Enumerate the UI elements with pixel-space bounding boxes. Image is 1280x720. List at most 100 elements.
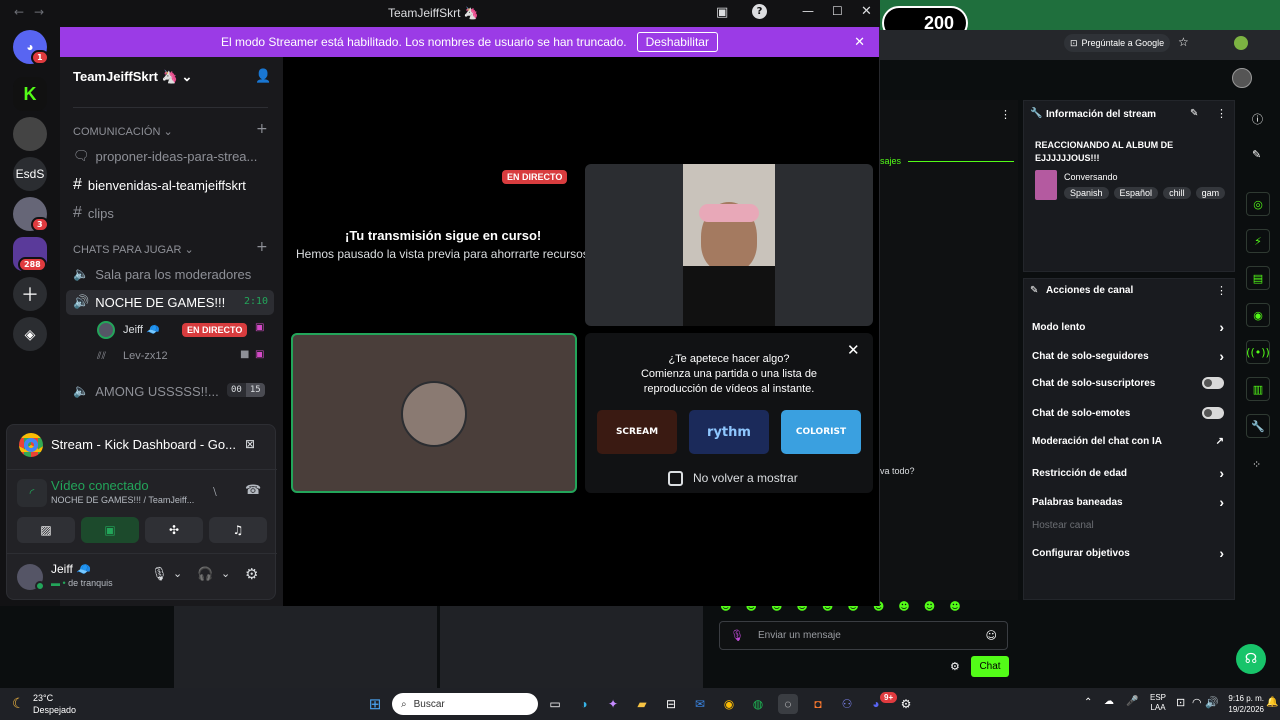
clock[interactable]: 9:16 p. m. 19/2/2026: [1212, 693, 1264, 715]
subscribers-only-toggle[interactable]: [1202, 377, 1224, 389]
channel-among[interactable]: 🔈 AMONG USSSSS!!...: [73, 383, 219, 399]
task-view-icon[interactable]: ▭: [545, 694, 565, 714]
activity-colorist[interactable]: COLORIST: [781, 410, 861, 454]
tray-icon[interactable]: ☁: [1104, 696, 1114, 707]
wifi-icon[interactable]: ◠: [1192, 696, 1202, 709]
chevron-down-icon[interactable]: ⌄: [221, 567, 230, 580]
forward-arrow-icon[interactable]: →: [34, 5, 44, 19]
layout-tool-icon[interactable]: ▥: [1246, 377, 1270, 401]
file-explorer-icon[interactable]: ▰: [632, 694, 652, 714]
disable-streamer-button[interactable]: Deshabilitar: [636, 32, 718, 52]
chat-options-icon[interactable]: ⋮: [1000, 108, 1011, 121]
voice-user-jeiff[interactable]: Jeiff 🧢: [123, 323, 160, 336]
action-emotes-only[interactable]: Chat de solo-emotes: [1032, 407, 1224, 419]
chrome-icon[interactable]: ◉: [719, 694, 739, 714]
user-tile[interactable]: [291, 333, 577, 493]
tray-chevron-icon[interactable]: ⌃: [1084, 697, 1092, 708]
start-icon[interactable]: ⊞: [365, 694, 385, 714]
help-icon[interactable]: ?: [752, 4, 767, 19]
add-member-icon[interactable]: 👤: [255, 69, 271, 84]
maximize-icon[interactable]: ☐: [832, 4, 843, 18]
disconnect-icon[interactable]: ☎: [245, 483, 261, 498]
chat-settings-icon[interactable]: ⚙: [950, 660, 960, 673]
microphone-icon[interactable]: 🎙: [730, 629, 744, 642]
server-name[interactable]: TeamJeiffSkrt 🦄 ⌄: [73, 69, 192, 85]
settings-gear-icon[interactable]: ⚙: [245, 565, 258, 583]
discover-icon[interactable]: ◈: [13, 317, 47, 351]
wrench-tool-icon[interactable]: 🔧: [1246, 414, 1270, 438]
action-ai-moderation[interactable]: Moderación del chat con IA ↗: [1032, 436, 1224, 447]
lightning-tool-icon[interactable]: ⚡: [1246, 229, 1270, 253]
category-comunicacion[interactable]: COMUNICACIÓN ⌄: [73, 125, 173, 138]
notes-tool-icon[interactable]: ▤: [1246, 266, 1270, 290]
kick-user-avatar[interactable]: [1232, 68, 1252, 88]
emote-icon[interactable]: ☻: [898, 600, 909, 616]
close-window-icon[interactable]: ✕: [861, 4, 872, 19]
teams-icon[interactable]: ⚇: [837, 694, 857, 714]
chat-send-button[interactable]: Chat: [971, 656, 1009, 677]
settings-taskbar-icon[interactable]: ⚙: [896, 694, 916, 714]
dont-show-checkbox[interactable]: [668, 471, 683, 486]
tag-gaming[interactable]: gam: [1195, 187, 1226, 199]
more-tools-icon[interactable]: ⁘: [1252, 458, 1261, 471]
share-screen-button[interactable]: ▣: [81, 517, 139, 543]
add-channel-icon[interactable]: +: [256, 121, 268, 137]
channel-clips[interactable]: # clips: [73, 204, 114, 222]
close-banner-icon[interactable]: ✕: [854, 35, 865, 50]
channel-actions-menu-icon[interactable]: ⋮: [1216, 284, 1227, 297]
chat-tool-icon[interactable]: ◉: [1246, 303, 1270, 327]
action-age-restriction[interactable]: Restricción de edad ›: [1032, 465, 1224, 481]
profile-avatar[interactable]: [1234, 36, 1248, 50]
outlook-icon[interactable]: ✉: [690, 694, 710, 714]
chevron-down-icon[interactable]: ⌄: [173, 567, 182, 580]
language-indicator[interactable]: ESP LAA: [1150, 693, 1166, 713]
camera-tool-icon[interactable]: ◎: [1246, 192, 1270, 216]
camera-tile[interactable]: [585, 164, 873, 326]
stream-info-menu-icon[interactable]: ⋮: [1216, 107, 1227, 120]
taskbar-search[interactable]: ⌕ Buscar: [392, 693, 538, 715]
activities-button[interactable]: ✣: [145, 517, 203, 543]
channel-proponer[interactable]: 🗨 proponer-ideas-para-strea...: [73, 148, 257, 164]
edge-icon[interactable]: ◑: [574, 694, 594, 714]
chat-input[interactable]: 🎙 Enviar un mensaje ☺: [719, 621, 1008, 650]
headphones-icon[interactable]: 🎧: [197, 567, 213, 582]
action-subscribers-only[interactable]: Chat de solo-suscriptores: [1032, 377, 1224, 389]
server-avatar-1[interactable]: [13, 117, 47, 151]
copilot-icon[interactable]: ✦: [603, 694, 623, 714]
add-server-icon[interactable]: ＋: [13, 277, 47, 311]
tag-spanish[interactable]: Spanish: [1064, 187, 1109, 199]
toggle-camera-button[interactable]: ▨: [17, 517, 75, 543]
emoji-icon[interactable]: ☺: [986, 629, 997, 642]
action-followers-only[interactable]: Chat de solo-seguidores ›: [1032, 348, 1224, 364]
info-icon[interactable]: ⓘ: [1252, 111, 1263, 127]
action-banned-words[interactable]: Palabras baneadas ›: [1032, 494, 1224, 510]
channel-bienvenidas[interactable]: # bienvenidas-al-teamjeiffskrt: [73, 176, 246, 194]
inbox-icon[interactable]: ▣: [716, 5, 728, 20]
tag-chill[interactable]: chill: [1163, 187, 1191, 199]
emotes-only-toggle[interactable]: [1202, 407, 1224, 419]
category-chats[interactable]: CHATS PARA JUGAR ⌄: [73, 243, 194, 256]
server-esds[interactable]: EsdS: [13, 157, 47, 191]
microphone-icon[interactable]: 🎙: [151, 567, 168, 582]
support-button[interactable]: ☊: [1236, 644, 1266, 674]
add-channel-icon[interactable]: +: [256, 239, 268, 255]
app-icon-orange[interactable]: ◘: [808, 694, 828, 714]
obs-icon[interactable]: ◌: [778, 694, 798, 714]
back-arrow-icon[interactable]: ←: [14, 5, 24, 19]
activity-rythm[interactable]: rythm: [689, 410, 769, 454]
minimize-icon[interactable]: —: [802, 4, 814, 18]
emote-icon[interactable]: ☻: [924, 600, 935, 616]
tray-mic-icon[interactable]: 🎤: [1126, 696, 1138, 707]
channel-sala[interactable]: 🔈 Sala para los moderadores: [73, 266, 251, 282]
weather-temp[interactable]: 23°C: [33, 693, 53, 703]
pencil-icon[interactable]: ✎: [1252, 148, 1261, 161]
tag-espanol[interactable]: Español: [1113, 187, 1159, 199]
broadcast-tool-icon[interactable]: ((•)): [1246, 340, 1270, 364]
store-icon[interactable]: ⊟: [661, 694, 681, 714]
activity-scream[interactable]: SCREAM: [597, 410, 677, 454]
spotify-icon[interactable]: ◍: [748, 694, 768, 714]
server-kick[interactable]: K: [13, 77, 47, 111]
action-slow-mode[interactable]: Modo lento ›: [1032, 319, 1224, 335]
channel-noche[interactable]: 🔊 NOCHE DE GAMES!!!: [73, 294, 225, 310]
emote-icon[interactable]: ☻: [949, 600, 960, 616]
